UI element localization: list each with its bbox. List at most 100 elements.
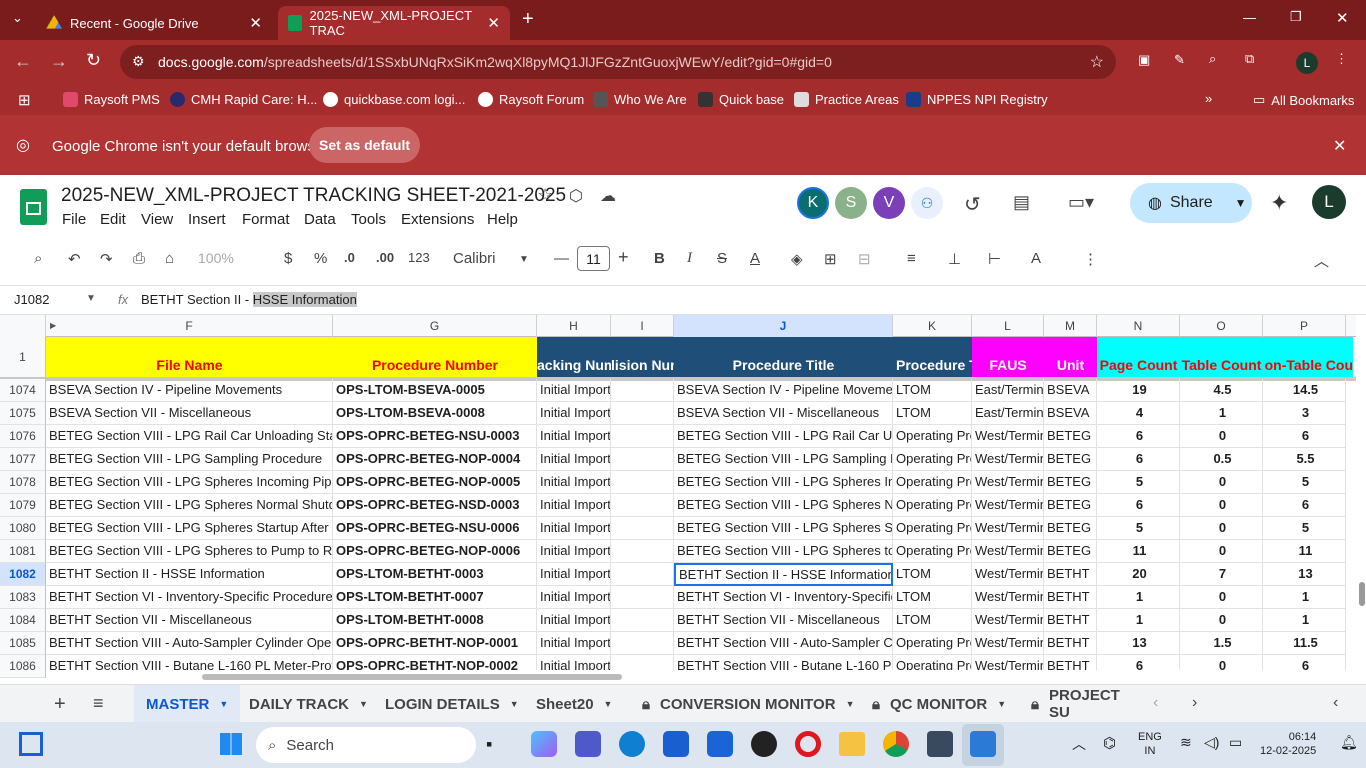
column-header-O[interactable]: O xyxy=(1180,315,1263,337)
borders-icon[interactable]: ⊞ xyxy=(824,250,837,268)
minimize-icon[interactable]: — xyxy=(1243,10,1256,25)
row-number[interactable]: 1085 xyxy=(0,632,46,655)
user-avatar[interactable]: L xyxy=(1312,185,1346,219)
close-tab-icon[interactable]: ✕ xyxy=(249,14,262,32)
store-icon[interactable] xyxy=(663,731,689,757)
bookmark-item[interactable]: quickbase.com logi... xyxy=(323,92,465,107)
cell-G[interactable]: OPS-LTOM-BETHT-0003 xyxy=(333,563,537,586)
reload-icon[interactable]: ↻ xyxy=(86,50,101,71)
cell-P[interactable]: 6 xyxy=(1263,425,1346,448)
row-number[interactable]: 1076 xyxy=(0,425,46,448)
cell-M[interactable]: BSEVA xyxy=(1044,402,1097,425)
cell-P[interactable]: 14.5 xyxy=(1263,379,1346,402)
sheet-tab-sheet20[interactable]: Sheet20 ▼ xyxy=(524,685,624,723)
cell-O[interactable]: 0 xyxy=(1180,425,1263,448)
cell-I[interactable] xyxy=(611,563,674,586)
cell-I[interactable] xyxy=(611,517,674,540)
cell-G[interactable]: OPS-LTOM-BETHT-0007 xyxy=(333,586,537,609)
cell-N[interactable]: 6 xyxy=(1097,425,1180,448)
cell-F[interactable]: BETEG Section VIII - LPG Spheres Startup… xyxy=(46,517,333,540)
cell-G[interactable]: OPS-LTOM-BETHT-0008 xyxy=(333,609,537,632)
network-icon[interactable]: ⌬ xyxy=(1103,734,1116,752)
cell-P[interactable]: 13 xyxy=(1263,563,1346,586)
pen-icon[interactable]: ✎ xyxy=(1174,52,1185,68)
cell-H[interactable]: Initial Import xyxy=(537,379,611,402)
merge-cells-icon[interactable]: ⊟ xyxy=(858,250,871,268)
more-formats-button[interactable]: 123 xyxy=(408,250,430,265)
cell-N[interactable]: 6 xyxy=(1097,448,1180,471)
chevron-down-icon[interactable]: ▼ xyxy=(604,699,613,709)
cell-I[interactable] xyxy=(611,425,674,448)
bookmark-item[interactable]: Practice Areas xyxy=(794,92,899,107)
cell-I[interactable] xyxy=(611,494,674,517)
header-cell-tracking-number[interactable]: acking Num xyxy=(537,337,611,378)
column-header-P[interactable]: P xyxy=(1263,315,1346,337)
increase-decimal-button[interactable]: .00 xyxy=(376,250,394,265)
cell-G[interactable]: OPS-OPRC-BETEG-NSD-0003 xyxy=(333,494,537,517)
meet-icon[interactable]: ▭▾ xyxy=(1068,192,1094,213)
comments-icon[interactable]: ▤ xyxy=(1013,192,1030,213)
select-all-corner[interactable]: ▶ xyxy=(0,315,56,337)
name-box[interactable]: J1082 xyxy=(14,292,49,307)
chevron-down-icon[interactable]: ▼ xyxy=(997,699,1006,709)
cell-M[interactable]: BETHT xyxy=(1044,632,1097,655)
notifications-icon[interactable]: 🔔︎ xyxy=(1340,734,1358,751)
cell-G[interactable]: OPS-OPRC-BETEG-NSU-0003 xyxy=(333,425,537,448)
undo-icon[interactable]: ↶ xyxy=(68,250,81,268)
dell-icon[interactable] xyxy=(751,731,777,757)
cell-H[interactable]: Initial Import xyxy=(537,471,611,494)
cell-N[interactable]: 5 xyxy=(1097,517,1180,540)
scrollbar-thumb[interactable] xyxy=(1359,582,1365,606)
cell-F[interactable]: BSEVA Section IV - Pipeline Movements xyxy=(46,379,333,402)
cell-L[interactable]: East/Terminal xyxy=(972,379,1044,402)
cell-L[interactable]: West/Terminal xyxy=(972,586,1044,609)
row-number[interactable]: 1083 xyxy=(0,586,46,609)
row-number[interactable]: 1086 xyxy=(0,655,46,678)
menu-edit[interactable]: Edit xyxy=(100,211,126,228)
cell-O[interactable]: 1.5 xyxy=(1180,632,1263,655)
cell-L[interactable]: West/Terminal xyxy=(972,448,1044,471)
forward-icon[interactable]: → xyxy=(50,51,68,72)
redo-icon[interactable]: ↷ xyxy=(100,250,113,268)
cell-O[interactable]: 7 xyxy=(1180,563,1263,586)
cell-L[interactable]: West/Terminal xyxy=(972,609,1044,632)
cell-J[interactable]: BETEG Section VIII - LPG Sampling Proced… xyxy=(674,448,893,471)
cell-G[interactable]: OPS-OPRC-BETEG-NSU-0006 xyxy=(333,517,537,540)
cell-J[interactable]: BETHT Section VIII - Auto-Sampler Cylind… xyxy=(674,632,893,655)
row-number[interactable]: 1075 xyxy=(0,402,46,425)
copilot-icon[interactable] xyxy=(531,731,557,757)
app-icon[interactable] xyxy=(927,731,953,757)
cell-H[interactable]: Initial Import xyxy=(537,632,611,655)
row-number[interactable]: 1082 xyxy=(0,563,46,586)
cell-I[interactable] xyxy=(611,471,674,494)
app-icon[interactable] xyxy=(707,731,733,757)
cell-M[interactable]: BETHT xyxy=(1044,586,1097,609)
header-cell-table-count[interactable]: Table Count xyxy=(1180,337,1263,378)
cell-L[interactable]: West/Terminal xyxy=(972,494,1044,517)
teams-icon[interactable] xyxy=(575,731,601,757)
bookmark-item[interactable]: Quick base xyxy=(698,92,784,107)
sheet-tab-daily-track[interactable]: DAILY TRACK ▼ xyxy=(237,685,380,723)
row-number[interactable]: 1077 xyxy=(0,448,46,471)
menu-format[interactable]: Format xyxy=(242,211,290,228)
bookmark-item[interactable]: Raysoft PMS xyxy=(63,92,160,107)
print-icon[interactable]: ⎙ xyxy=(133,250,145,267)
cell-K[interactable]: LTOM xyxy=(893,609,972,632)
header-cell-faus[interactable]: FAUS xyxy=(972,337,1044,378)
tab-search-icon[interactable]: ⌄ xyxy=(12,10,23,26)
cell-H[interactable]: Initial Import xyxy=(537,586,611,609)
url-input[interactable]: ⚙ docs.google.com/spreadsheets/d/1SSxbUN… xyxy=(120,45,1116,79)
cell-J[interactable]: BETHT Section VII - Miscellaneous xyxy=(674,609,893,632)
bookmark-item[interactable]: Raysoft Forum xyxy=(478,92,584,107)
fill-color-icon[interactable]: ◈ xyxy=(791,250,803,268)
language-indicator[interactable]: ENG IN xyxy=(1138,730,1162,758)
align-left-icon[interactable]: ≡ xyxy=(907,250,916,267)
windows-start-icon[interactable] xyxy=(220,733,242,755)
cell-M[interactable]: BETHT xyxy=(1044,563,1097,586)
font-select[interactable]: Calibri xyxy=(453,250,496,267)
cell-K[interactable]: Operating Procedure xyxy=(893,540,972,563)
cell-N[interactable]: 11 xyxy=(1097,540,1180,563)
cell-P[interactable]: 1 xyxy=(1263,609,1346,632)
tab-sheet[interactable]: 2025-NEW_XML-PROJECT TRAC ✕ xyxy=(278,6,510,40)
close-infobar-icon[interactable]: ✕ xyxy=(1333,136,1346,156)
